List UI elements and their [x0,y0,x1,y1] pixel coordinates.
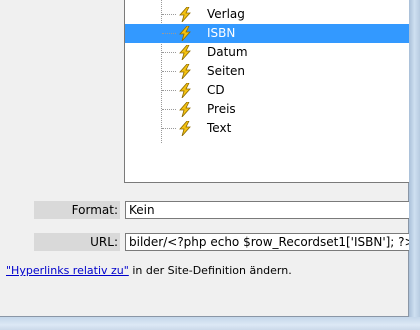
tree-connector [162,71,176,72]
binding-tree[interactable]: Verlag ISBN Datum Seiten CD Preis Text [124,0,415,183]
lightning-bolt-icon [178,6,192,23]
tree-item-seiten[interactable]: Seiten [125,62,415,81]
url-row: URL: bilder/<?php echo $row_Recordset1['… [34,233,419,251]
lightning-bolt-icon [178,25,192,42]
tree-item-verlag[interactable]: Verlag [125,5,415,24]
tree-connector [162,109,176,110]
tree-item-label: Preis [207,102,236,116]
hyperlinks-relative-link[interactable]: "Hyperlinks relativ zu" [6,264,129,277]
tree-item-label: ISBN [207,26,236,40]
tree-item-label: Verlag [207,7,245,21]
tree-item-label: CD [207,83,225,97]
window-frame-bottom [0,317,420,330]
tree-item-preis[interactable]: Preis [125,100,415,119]
window-frame-right [409,0,420,330]
tree-connector [162,52,176,53]
format-row: Format: Kein [34,201,419,219]
format-label: Format: [71,203,118,217]
tree-connector [162,33,176,34]
url-label: URL: [90,235,118,249]
tree-connector [162,14,176,15]
tree-item-label: Seiten [207,64,246,78]
tree-connector [162,90,176,91]
tree-item-text[interactable]: Text [125,119,415,138]
tree-item-cd[interactable]: CD [125,81,415,100]
format-select[interactable]: Kein [125,201,419,219]
tree-item-isbn[interactable]: ISBN [125,24,415,43]
tree-item-label: Datum [207,45,248,59]
site-definition-note: "Hyperlinks relativ zu" in der Site-Defi… [6,264,292,278]
dialog-panel: Verlag ISBN Datum Seiten CD Preis Text Format:… [0,0,419,317]
tree-item-label: Text [207,121,232,135]
lightning-bolt-icon [178,82,192,99]
lightning-bolt-icon [178,120,192,137]
tree-item-datum[interactable]: Datum [125,43,415,62]
lightning-bolt-icon [178,63,192,80]
lightning-bolt-icon [178,44,192,61]
note-text: in der Site-Definition ändern. [128,264,292,277]
url-input[interactable]: bilder/<?php echo $row_Recordset1['ISBN'… [125,233,419,251]
url-label-bar: URL: [34,233,120,251]
format-label-bar: Format: [34,201,120,219]
tree-connector [162,128,176,129]
lightning-bolt-icon [178,101,192,118]
